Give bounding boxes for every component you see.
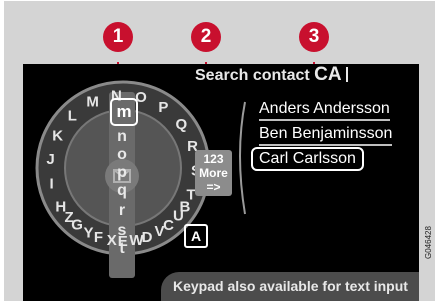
callout-1: 1 bbox=[103, 22, 133, 52]
callout-2: 2 bbox=[191, 22, 221, 52]
keypad-hint: Keypad also available for text input bbox=[161, 272, 419, 301]
contact-item-selected[interactable]: Carl Carlsson bbox=[251, 147, 364, 171]
figure-background: 1 2 3 BCDEFGHIJKLMNOPQRSTUVWXYZ m n o p … bbox=[4, 1, 435, 301]
infotainment-display: BCDEFGHIJKLMNOPQRSTUVWXYZ m n o p q r s … bbox=[23, 64, 419, 301]
figure-code: G046428 bbox=[424, 226, 433, 259]
callout-3: 3 bbox=[299, 22, 329, 52]
contact-item[interactable]: Anders Andersson bbox=[259, 100, 390, 121]
contact-item[interactable]: Ben Benjaminsson bbox=[259, 125, 393, 146]
